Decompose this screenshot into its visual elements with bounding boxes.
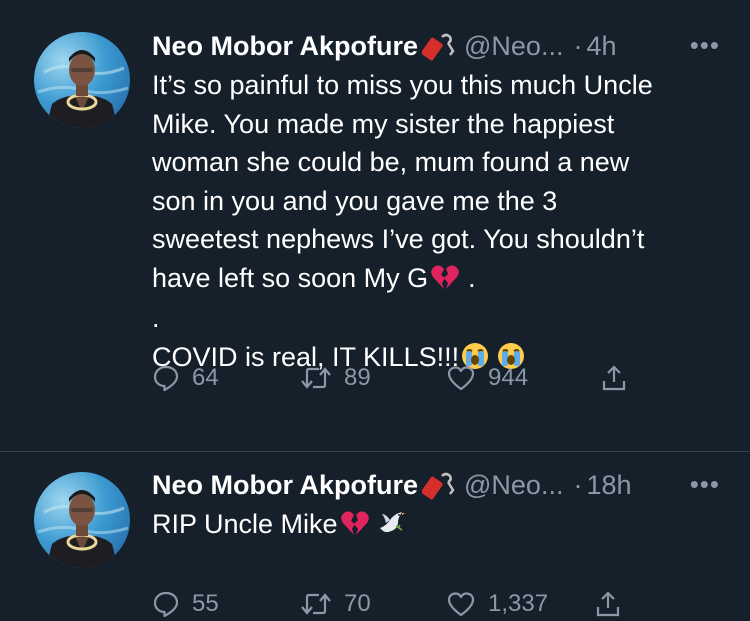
author-handle[interactable]: @Neo...: [464, 470, 563, 501]
broken-heart-icon: [340, 511, 369, 535]
tweet-line-with-emoji: have left so soon My G .: [152, 259, 720, 298]
retweet-button[interactable]: 89: [300, 364, 446, 392]
tweet-line-suffix: .: [468, 262, 476, 293]
separator: ·: [573, 469, 583, 500]
tweet-header: Neo Mobor Akpofure @Neo... · 4h •••: [152, 28, 720, 64]
tweet-line-with-emoji: RIP Uncle Mike: [152, 505, 720, 544]
tweet-2[interactable]: Neo Mobor Akpofure @Neo... · 18h ••• RIP…: [0, 452, 750, 621]
share-button[interactable]: [600, 364, 628, 392]
like-count: 1,337: [488, 590, 549, 617]
author-handle[interactable]: @Neo...: [464, 31, 563, 62]
tweet-line-text: RIP Uncle Mike: [152, 509, 338, 539]
tweet-actions: 55 70 1,337: [152, 590, 622, 618]
retweet-count: 89: [344, 364, 371, 391]
tweet-line: It’s so painful to miss you this much Un…: [152, 70, 653, 100]
reply-count: 55: [192, 590, 219, 617]
tweet-actions: 64 89 944: [152, 364, 628, 392]
tweet-text: RIP Uncle Mike: [152, 505, 720, 544]
separator: ·: [573, 30, 583, 61]
tweet-line: Mike. You made my sister the happiest: [152, 108, 615, 139]
reply-button[interactable]: 64: [152, 364, 300, 392]
reply-icon: [153, 591, 179, 618]
tweet-line-text: have left so soon My G: [152, 262, 429, 293]
retweet-button[interactable]: 70: [300, 590, 446, 618]
share-button[interactable]: [594, 590, 622, 618]
retweet-count: 70: [344, 590, 371, 617]
like-button[interactable]: 1,337: [446, 590, 594, 618]
like-count: 944: [488, 364, 529, 391]
share-icon: [602, 365, 626, 391]
heart-icon: [447, 366, 475, 391]
like-button[interactable]: 944: [446, 364, 600, 392]
tweet-1[interactable]: Neo Mobor Akpofure @Neo... · 4h ••• It’s…: [0, 0, 750, 452]
tweet-line: .: [152, 303, 160, 333]
firecracker-icon: [422, 472, 455, 500]
retweet-icon: [301, 367, 331, 389]
reply-button[interactable]: 55: [152, 590, 300, 618]
more-options-button[interactable]: •••: [690, 30, 720, 61]
author-name[interactable]: Neo Mobor Akpofure: [152, 470, 418, 501]
retweet-icon: [301, 593, 331, 615]
broken-heart-icon: [431, 264, 459, 289]
timestamp[interactable]: 18h: [586, 470, 631, 501]
tweet-line: son in you and you gave me the 3: [152, 185, 558, 216]
tweet-header: Neo Mobor Akpofure @Neo... · 18h •••: [152, 467, 720, 503]
dove-icon: [379, 512, 405, 533]
tweet-text: It’s so painful to miss you this much Un…: [152, 66, 720, 376]
author-name[interactable]: Neo Mobor Akpofure: [152, 31, 418, 62]
avatar[interactable]: [34, 472, 130, 568]
tweet-line: sweetest nephews I’ve got. You shouldn’t: [152, 224, 645, 254]
timestamp[interactable]: 4h: [586, 31, 616, 62]
reply-icon: [153, 365, 179, 392]
more-options-button[interactable]: •••: [690, 469, 720, 500]
heart-icon: [447, 592, 475, 617]
reply-count: 64: [192, 364, 219, 391]
tweet-line: woman she could be, mum found a new: [152, 147, 630, 177]
firecracker-icon: [422, 33, 455, 61]
share-icon: [596, 591, 620, 617]
avatar[interactable]: [34, 32, 130, 128]
